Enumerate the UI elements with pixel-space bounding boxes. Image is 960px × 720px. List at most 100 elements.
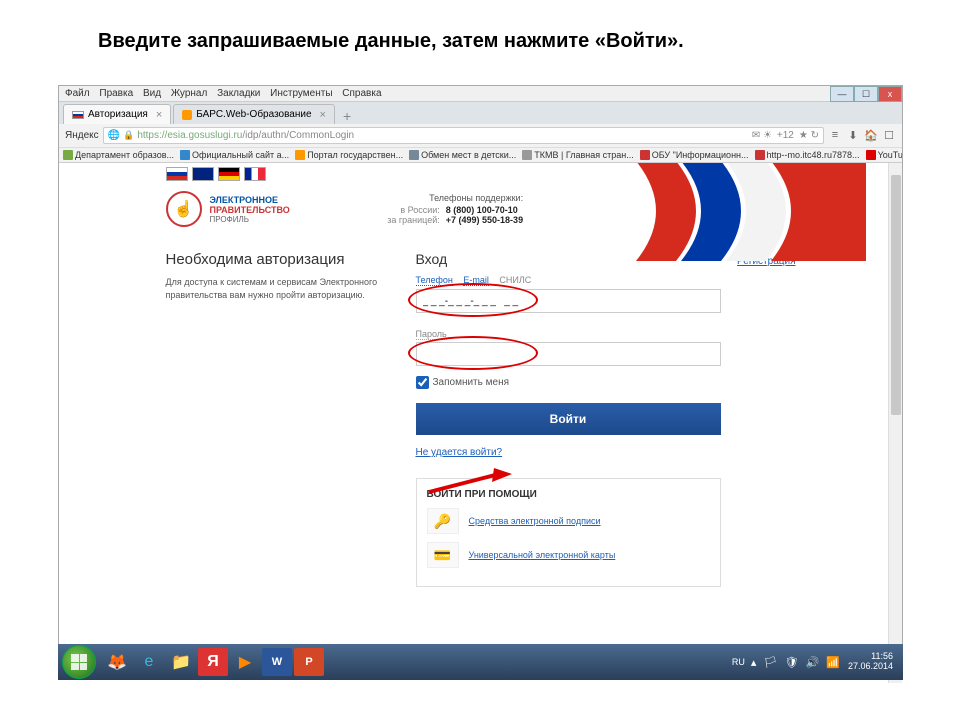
support-label: за границей: <box>380 215 440 225</box>
scrollbar[interactable] <box>888 163 902 683</box>
login-tabs: Телефон E-mail СНИЛС <box>416 275 796 285</box>
card-icon: 💳 <box>427 542 459 568</box>
menu-file[interactable]: Файл <box>65 88 90 99</box>
phone-input[interactable] <box>416 289 721 313</box>
tab-email[interactable]: E-mail <box>463 275 489 286</box>
remember-label: Запомнить меня <box>433 377 510 388</box>
tab-snils[interactable]: СНИЛС <box>499 275 531 285</box>
bookmark-item[interactable]: Обмен мест в детски... <box>409 150 516 160</box>
support-number: +7 (499) 550-18-39 <box>446 215 523 225</box>
taskbar-media-icon[interactable]: ▶ <box>230 648 260 676</box>
support-label: в России: <box>380 205 440 215</box>
auth-required-text: Для доступа к системам и сервисам Электр… <box>166 276 396 301</box>
language-flags <box>156 163 806 181</box>
tab-bar: Авторизация × БАРС.Web-Образование × + <box>59 102 902 124</box>
login-button[interactable]: Войти <box>416 403 721 435</box>
url-https: https:// <box>137 130 167 141</box>
menu-bar: Файл Правка Вид Журнал Закладки Инструме… <box>59 86 902 102</box>
remember-checkbox[interactable] <box>416 376 429 389</box>
menu-icon[interactable]: ≡ <box>828 129 842 143</box>
taskbar-word-icon[interactable]: W <box>262 648 292 676</box>
site-logo: ☝ ЭЛЕКТРОННОЕ ПРАВИТЕЛЬСТВО ПРОФИЛЬ <box>166 191 290 227</box>
download-icon[interactable]: ⬇ <box>846 129 860 143</box>
remember-me[interactable]: Запомнить меня <box>416 376 796 389</box>
support-phones: Телефоны поддержки: в России: 8 (800) 100… <box>380 193 523 225</box>
clock-date: 27.06.2014 <box>848 662 893 672</box>
menu-history[interactable]: Журнал <box>171 88 208 99</box>
minimize-button[interactable]: — <box>830 86 854 102</box>
tray-lang[interactable]: RU <box>732 657 745 667</box>
bookmark-item[interactable]: Официальный сайт а... <box>180 150 289 160</box>
taskbar-ie-icon[interactable]: e <box>134 648 164 676</box>
uec-card-link[interactable]: Универсальной электронной карты <box>469 550 616 560</box>
weather-badge: +12 <box>777 130 794 141</box>
window-controls: — ☐ x <box>830 86 902 102</box>
tray-icons[interactable]: ▴ 🏳 🛡 🔊 📶 <box>751 656 842 669</box>
tab-close-icon[interactable]: × <box>156 109 162 121</box>
password-input[interactable] <box>416 342 721 366</box>
flag-ru-icon[interactable] <box>166 167 188 181</box>
clock[interactable]: 11:56 27.06.2014 <box>848 652 899 672</box>
bookmark-icon[interactable]: ☐ <box>882 129 896 143</box>
search-engine-label[interactable]: Яндекс <box>65 130 99 141</box>
taskbar-yandex-icon[interactable]: Я <box>198 648 228 676</box>
flag-ru-icon <box>72 111 84 119</box>
bookmark-item[interactable]: ТКМВ | Главная стран... <box>522 150 633 160</box>
page-content: ☝ ЭЛЕКТРОННОЕ ПРАВИТЕЛЬСТВО ПРОФИЛЬ Теле… <box>59 163 902 683</box>
url-input[interactable]: 🌐 🔒 https://esia.gosuslugi.ru/idp/authn/… <box>103 127 824 144</box>
bookmark-item[interactable]: Департамент образов... <box>63 150 174 160</box>
home-icon[interactable]: 🏠 <box>864 129 878 143</box>
logo-line1: ЭЛЕКТРОННОЕ <box>210 195 290 205</box>
tab-phone[interactable]: Телефон <box>416 275 453 286</box>
menu-help[interactable]: Справка <box>342 88 381 99</box>
tab-title: Авторизация <box>88 109 148 120</box>
browser-window: — ☐ x Файл Правка Вид Журнал Закладки Ин… <box>58 85 903 680</box>
menu-edit[interactable]: Правка <box>99 88 133 99</box>
tab-active[interactable]: Авторизация × <box>63 104 171 124</box>
scroll-thumb[interactable] <box>891 175 901 415</box>
support-header: Телефоны поддержки: <box>380 193 523 203</box>
close-button[interactable]: x <box>878 86 902 102</box>
new-tab-button[interactable]: + <box>337 108 357 124</box>
favicon-icon <box>182 110 192 120</box>
system-tray: RU ▴ 🏳 🛡 🔊 📶 11:56 27.06.2014 <box>732 652 899 672</box>
login-form: Вход Регистрация Телефон E-mail СНИЛС Па… <box>416 251 796 587</box>
bookmark-item[interactable]: Портал государствен... <box>295 150 403 160</box>
windows-icon <box>71 654 87 670</box>
taskbar-ppt-icon[interactable]: P <box>294 648 324 676</box>
url-toolbar: Яндекс 🌐 🔒 https://esia.gosuslugi.ru/idp… <box>59 124 902 148</box>
menu-tools[interactable]: Инструменты <box>270 88 332 99</box>
menu-view[interactable]: Вид <box>143 88 161 99</box>
support-number: 8 (800) 100-70-10 <box>446 205 518 215</box>
maximize-button[interactable]: ☐ <box>854 86 878 102</box>
tab-inactive[interactable]: БАРС.Web-Образование × <box>173 104 335 124</box>
left-column: Необходима авторизация Для доступа к сис… <box>166 251 416 587</box>
bookmarks-bar: Департамент образов... Официальный сайт … <box>59 148 902 163</box>
alt-login-box: ВОЙТИ ПРИ ПОМОЩИ 🔑 Средства электронной … <box>416 478 721 587</box>
forgot-link[interactable]: Не удается войти? <box>416 447 503 458</box>
login-heading: Вход <box>416 251 448 267</box>
taskbar-firefox-icon[interactable]: 🦊 <box>102 648 132 676</box>
flag-uk-icon[interactable] <box>192 167 214 181</box>
taskbar: 🦊 e 📁 Я ▶ W P RU ▴ 🏳 🛡 🔊 📶 11:56 27.06.2… <box>58 644 903 680</box>
url-path: /idp/authn/CommonLogin <box>242 130 354 141</box>
register-link[interactable]: Регистрация <box>737 256 795 267</box>
page-header: ☝ ЭЛЕКТРОННОЕ ПРАВИТЕЛЬСТВО ПРОФИЛЬ Теле… <box>156 181 806 237</box>
tab-close-icon[interactable]: × <box>320 109 326 121</box>
bookmark-item[interactable]: ОБУ "Информационн... <box>640 150 749 160</box>
start-button[interactable] <box>62 645 96 679</box>
instruction-text: Введите запрашиваемые данные, затем нажм… <box>0 0 960 71</box>
globe-icon: 🌐 <box>108 130 120 141</box>
logo-icon: ☝ <box>166 191 202 227</box>
logo-line2: ПРАВИТЕЛЬСТВО <box>210 205 290 215</box>
flag-de-icon[interactable] <box>218 167 240 181</box>
taskbar-explorer-icon[interactable]: 📁 <box>166 648 196 676</box>
auth-required-heading: Необходима авторизация <box>166 251 396 268</box>
password-label: Пароль <box>416 329 447 340</box>
flag-fr-icon[interactable] <box>244 167 266 181</box>
menu-bookmarks[interactable]: Закладки <box>217 88 260 99</box>
tab-title: БАРС.Web-Образование <box>196 109 311 120</box>
digital-signature-link[interactable]: Средства электронной подписи <box>469 516 601 526</box>
bookmark-item[interactable]: http--mo.itc48.ru7878... <box>755 150 860 160</box>
bookmark-item[interactable]: YouTube <box>866 150 902 160</box>
